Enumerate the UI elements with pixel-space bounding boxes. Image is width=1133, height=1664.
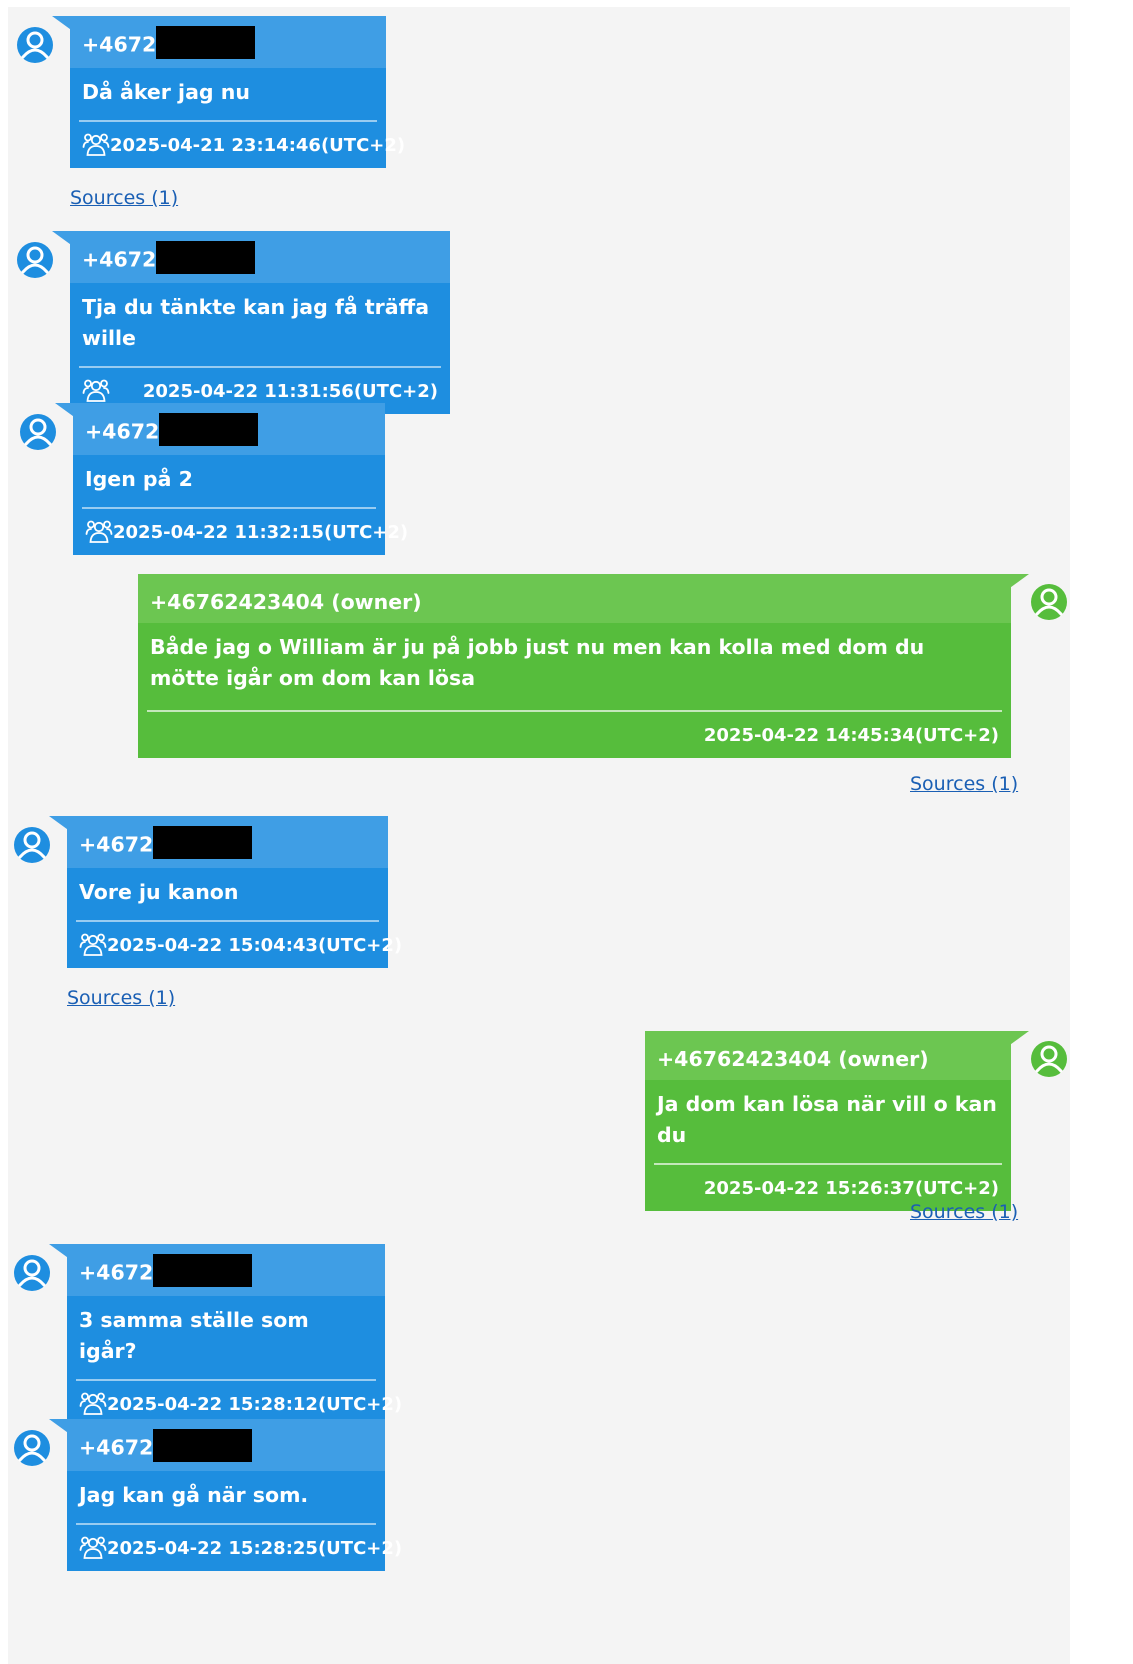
sources-link[interactable]: Sources (1) [70, 186, 178, 210]
message-text: Jag kan gå när som. [79, 1483, 309, 1507]
redacted-number [156, 26, 256, 59]
message-timestamp: 2025-04-22 15:28:12(UTC+2) [107, 1393, 403, 1415]
owner-avatar-icon [1029, 1039, 1069, 1079]
user-avatar-icon [18, 412, 58, 452]
chat-conversation: +4672 Då åker jag nu 2025-04-21 23:14:46… [8, 7, 1070, 1664]
message-text: 3 samma ställe som igår? [79, 1308, 309, 1363]
message-sender: +4672 [67, 1244, 385, 1296]
message-text: Igen på 2 [85, 467, 193, 491]
redacted-number [153, 1429, 253, 1462]
redacted-number [156, 241, 256, 274]
message-sender: +46762423404 (owner) [138, 574, 1011, 623]
message-bubble-outgoing[interactable]: +46762423404 (owner) Ja dom kan lösa när… [645, 1031, 1011, 1211]
message-text: Både jag o William är ju på jobb just nu… [150, 635, 925, 690]
group-people-icon [79, 1390, 107, 1418]
message-timestamp: 2025-04-22 15:04:43(UTC+2) [107, 934, 403, 956]
message-text: Då åker jag nu [82, 80, 250, 104]
message-sender: +4672 [67, 816, 388, 868]
redacted-number [153, 1254, 253, 1287]
message-timestamp: 2025-04-22 15:28:25(UTC+2) [107, 1537, 403, 1559]
group-people-icon [82, 131, 110, 159]
message-bubble-incoming[interactable]: +4672 3 samma ställe som igår? 2025-04-2… [67, 1244, 402, 1427]
sources-link[interactable]: Sources (1) [910, 772, 1018, 796]
message-timestamp: 2025-04-22 14:45:34(UTC+2) [703, 724, 999, 746]
redacted-number [153, 826, 253, 859]
message-timestamp: 2025-04-22 11:31:56(UTC+2) [142, 380, 438, 402]
message-sender: +4672 [70, 16, 386, 68]
redacted-number [159, 413, 259, 446]
group-people-icon [79, 931, 107, 959]
message-sender: +4672 [70, 231, 450, 283]
message-text: Vore ju kanon [79, 880, 239, 904]
sources-link[interactable]: Sources (1) [67, 986, 175, 1010]
message-timestamp: 2025-04-21 23:14:46(UTC+2) [110, 134, 406, 156]
message-sender: +4672 [73, 403, 385, 455]
group-people-icon [79, 1534, 107, 1562]
user-avatar-icon [12, 1253, 52, 1293]
group-people-icon [82, 377, 110, 405]
user-avatar-icon [12, 825, 52, 865]
message-timestamp: 2025-04-22 11:32:15(UTC+2) [113, 521, 409, 543]
group-people-icon [85, 518, 113, 546]
message-bubble-incoming[interactable]: +4672 Tja du tänkte kan jag få träffa wi… [70, 231, 450, 414]
owner-avatar-icon [1029, 582, 1069, 622]
message-sender: +4672 [67, 1419, 385, 1471]
user-avatar-icon [15, 240, 55, 280]
message-bubble-incoming[interactable]: +4672 Jag kan gå när som. 2025-04-22 15:… [67, 1419, 402, 1571]
message-timestamp: 2025-04-22 15:26:37(UTC+2) [703, 1177, 999, 1199]
message-bubble-outgoing[interactable]: +46762423404 (owner) Både jag o William … [138, 574, 1011, 758]
message-sender: +46762423404 (owner) [645, 1031, 1011, 1080]
message-text: Ja dom kan lösa när vill o kan du [657, 1092, 997, 1147]
message-bubble-incoming[interactable]: +4672 Vore ju kanon 2025-04-22 15:04:43(… [67, 816, 402, 968]
user-avatar-icon [12, 1428, 52, 1468]
message-bubble-incoming[interactable]: +4672 Då åker jag nu 2025-04-21 23:14:46… [70, 16, 405, 168]
message-bubble-incoming[interactable]: +4672 Igen på 2 2025-04-22 11:32:15(UTC+… [73, 403, 408, 555]
user-avatar-icon [15, 25, 55, 65]
sources-link[interactable]: Sources (1) [910, 1200, 1018, 1224]
message-text: Tja du tänkte kan jag få träffa wille [82, 295, 430, 350]
